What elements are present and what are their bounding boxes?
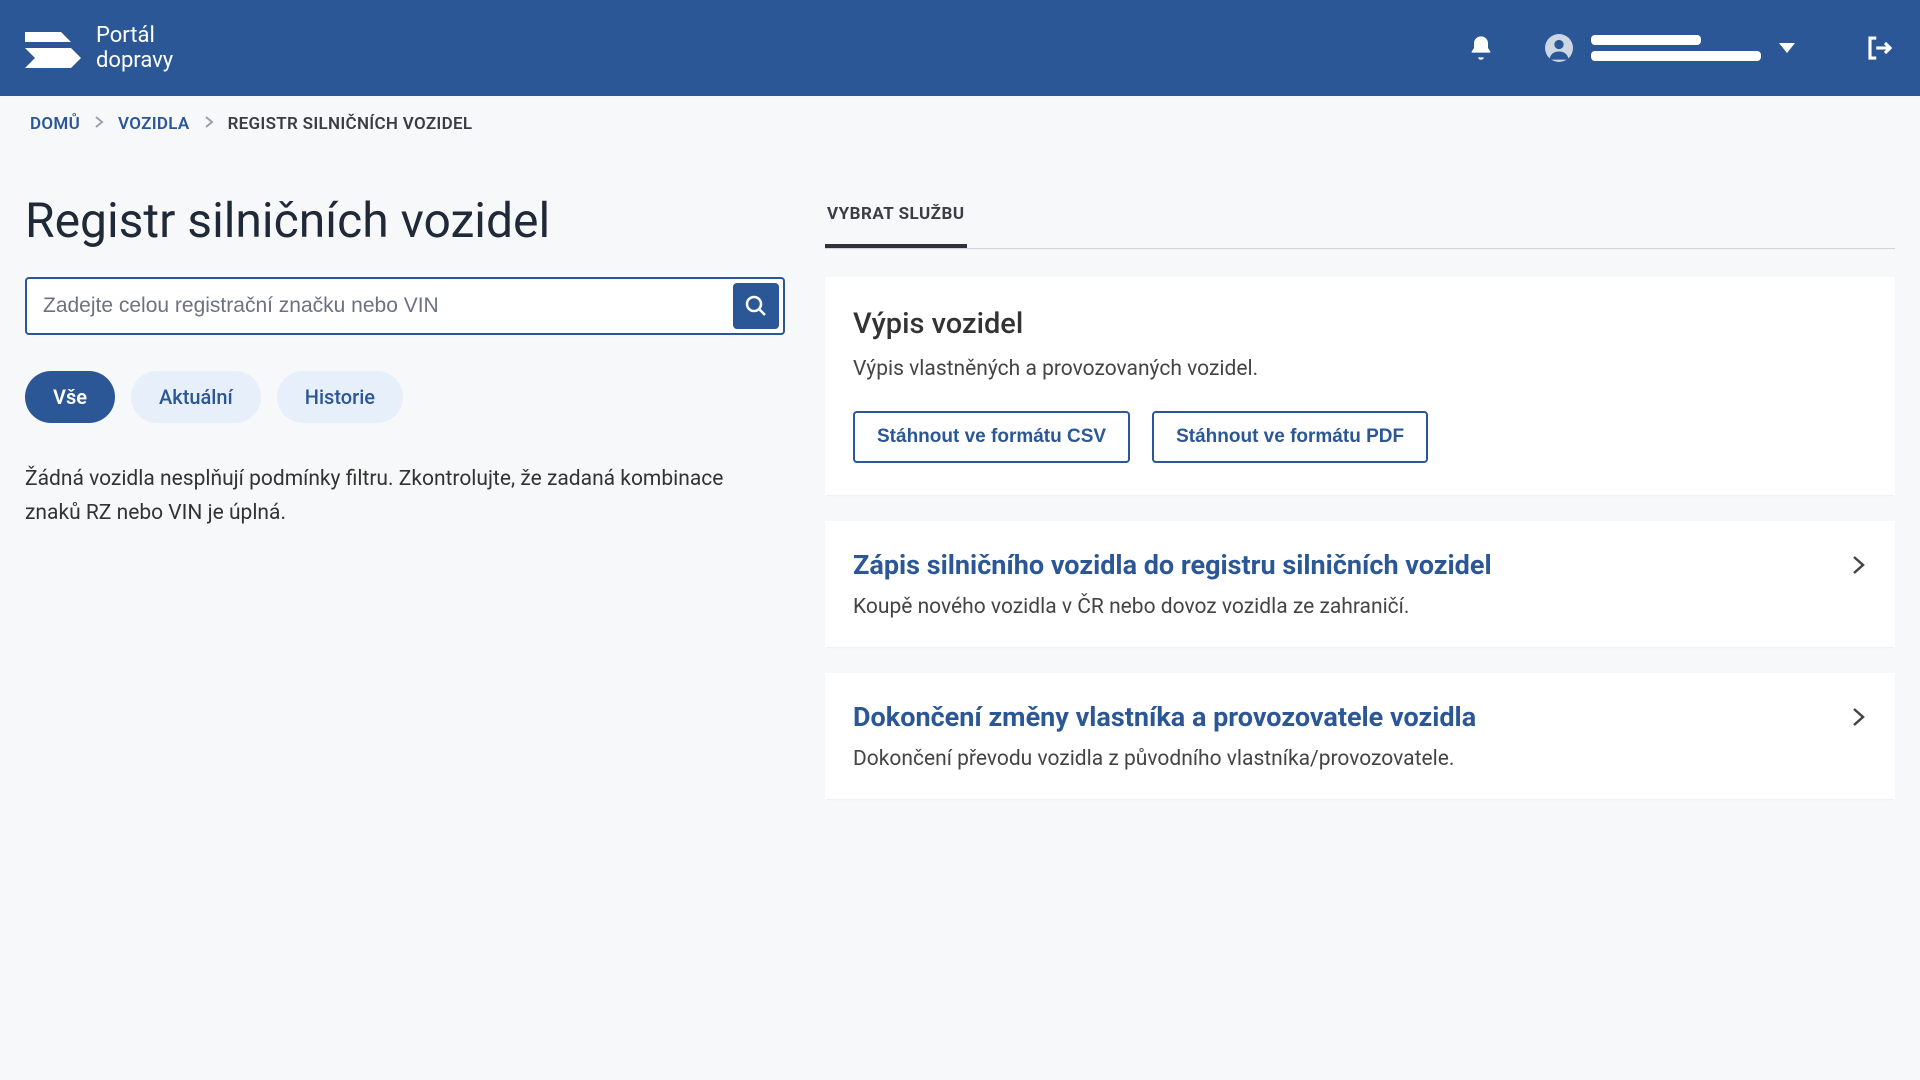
brand-line1: Portál	[96, 23, 173, 48]
chevron-right-icon	[1851, 705, 1867, 729]
avatar-icon	[1545, 34, 1573, 62]
search-field-wrap	[25, 277, 785, 335]
tab-select-service[interactable]: VYBRAT SLUŽBU	[825, 204, 967, 248]
chevron-right-icon	[94, 114, 104, 134]
download-pdf-button[interactable]: Stáhnout ve formátu PDF	[1152, 411, 1428, 463]
service-card-register-vehicle[interactable]: Zápis silničního vozidla do registru sil…	[825, 521, 1895, 647]
service-desc: Dokončení převodu vozidla z původního vl…	[853, 747, 1851, 771]
export-card-title: Výpis vozidel	[853, 307, 1867, 341]
app-header: Portál dopravy	[0, 0, 1920, 96]
search-icon	[744, 294, 768, 318]
service-desc: Koupě nového vozidla v ČR nebo dovoz voz…	[853, 595, 1851, 619]
brand-line2: dopravy	[96, 48, 173, 73]
breadcrumb-vehicles[interactable]: VOZIDLA	[118, 114, 190, 134]
chevron-down-icon	[1779, 43, 1795, 53]
brand-logo-icon	[25, 28, 81, 68]
chevron-right-icon	[204, 114, 214, 134]
export-card: Výpis vozidel Výpis vlastněných a provoz…	[825, 277, 1895, 495]
page-title: Registr silničních vozidel	[25, 192, 785, 249]
logout-icon[interactable]	[1865, 33, 1895, 63]
chevron-right-icon	[1851, 553, 1867, 577]
download-csv-button[interactable]: Stáhnout ve formátu CSV	[853, 411, 1130, 463]
user-menu[interactable]	[1545, 34, 1795, 62]
breadcrumb-current: REGISTR SILNIČNÍCH VOZIDEL	[228, 114, 473, 134]
notifications-bell-icon[interactable]	[1467, 34, 1495, 62]
filter-history[interactable]: Historie	[277, 371, 403, 423]
brand-logo[interactable]: Portál dopravy	[25, 23, 173, 74]
filter-current[interactable]: Aktuální	[131, 371, 261, 423]
service-title: Dokončení změny vlastníka a provozovatel…	[853, 701, 1851, 733]
filter-pills: Vše Aktuální Historie	[25, 371, 785, 423]
export-card-subtitle: Výpis vlastněných a provozovaných vozide…	[853, 357, 1867, 381]
service-tabbar: VYBRAT SLUŽBU	[825, 204, 1895, 249]
filter-all[interactable]: Vše	[25, 371, 115, 423]
breadcrumb: DOMŮ VOZIDLA REGISTR SILNIČNÍCH VOZIDEL	[0, 96, 1920, 152]
search-button[interactable]	[733, 283, 779, 329]
brand-text: Portál dopravy	[96, 23, 173, 74]
search-input[interactable]	[27, 279, 729, 333]
user-name-redacted	[1591, 35, 1761, 61]
empty-results-message: Žádná vozidla nesplňují podmínky filtru.…	[25, 463, 725, 530]
breadcrumb-home[interactable]: DOMŮ	[30, 114, 80, 134]
service-title: Zápis silničního vozidla do registru sil…	[853, 549, 1851, 581]
service-card-finish-owner-change[interactable]: Dokončení změny vlastníka a provozovatel…	[825, 673, 1895, 799]
